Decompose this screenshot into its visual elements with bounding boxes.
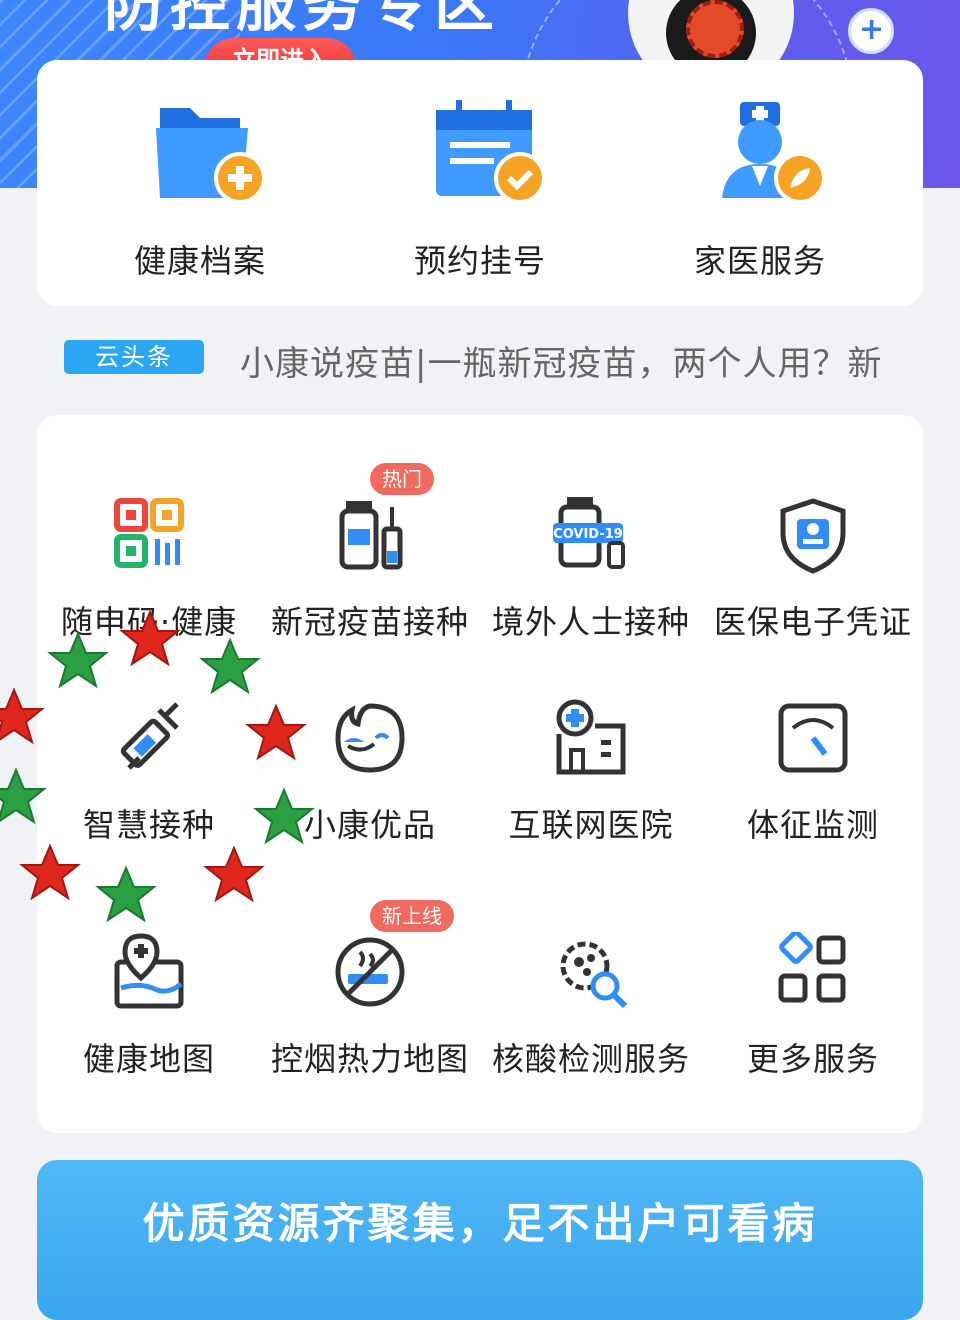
family-doctor-label: 家医服务 xyxy=(693,242,826,280)
virus-search-icon xyxy=(560,941,628,1009)
promo-title: 优质资源齐聚集，足不出户可看病 xyxy=(142,1199,818,1248)
health-code-label: 随申码·健康 xyxy=(60,603,238,641)
doctor-icon xyxy=(722,102,826,204)
scale-gauge-icon xyxy=(778,703,848,773)
tobacco-control-map-label: 控烟热力地图 xyxy=(270,1040,469,1078)
new-launch-badge: 新上线 xyxy=(370,900,454,932)
no-smoking-icon xyxy=(335,937,405,1007)
vaccine-bottle-icon xyxy=(339,501,403,570)
medical-plus-icon: + xyxy=(848,8,894,54)
health-map-label: 健康地图 xyxy=(82,1040,215,1078)
health-record-label: 健康档案 xyxy=(133,242,266,280)
appointment-button[interactable]: 预约挂号 xyxy=(340,98,620,298)
news-tag: 云头条 xyxy=(64,340,204,374)
grid-more-icon xyxy=(778,932,846,1003)
folder-plus-icon xyxy=(156,108,266,204)
family-doctor-button[interactable]: 家医服务 xyxy=(620,98,900,298)
service-grid-card: 随申码·健康 新冠疫苗接种 热门 COVID-19 境外人士接种 医保电子凭证 … xyxy=(37,415,923,1133)
syringe-icon xyxy=(120,702,179,770)
map-pin-icon xyxy=(114,933,184,1009)
quick-service-card: 健康档案 预约挂号 家医服务 xyxy=(37,60,923,306)
svg-text:COVID-19: COVID-19 xyxy=(553,527,623,542)
xiaokang-shop-label: 小康优品 xyxy=(303,806,436,844)
mascot-face-icon xyxy=(335,703,405,773)
foreigner-vaccination-label: 境外人士接种 xyxy=(491,603,690,641)
health-record-button[interactable]: 健康档案 xyxy=(60,98,340,298)
more-services-label: 更多服务 xyxy=(746,1040,879,1078)
covid19-vaccine-icon: COVID-19 xyxy=(553,497,625,569)
calendar-check-icon xyxy=(436,100,546,204)
qr-code-icon xyxy=(114,498,184,568)
promo-banner[interactable]: 优质资源齐聚集，足不出户可看病 xyxy=(37,1160,923,1320)
smart-vaccination-label: 智慧接种 xyxy=(82,806,215,844)
nucleic-acid-test-label: 核酸检测服务 xyxy=(491,1040,690,1078)
hot-badge: 热门 xyxy=(370,463,434,495)
banner-title: 防控服务专区 xyxy=(104,0,500,40)
vital-signs-label: 体征监测 xyxy=(746,806,879,844)
news-headline[interactable]: 小康说疫苗|一瓶新冠疫苗，两个人用？新 xyxy=(240,336,920,385)
shield-id-icon xyxy=(780,498,846,574)
hospital-icon xyxy=(556,699,626,775)
internet-hospital-label: 互联网医院 xyxy=(508,806,674,844)
covid-vaccination-label: 新冠疫苗接种 xyxy=(270,603,469,641)
appointment-label: 预约挂号 xyxy=(413,242,546,280)
insurance-card-label: 医保电子凭证 xyxy=(713,603,912,641)
